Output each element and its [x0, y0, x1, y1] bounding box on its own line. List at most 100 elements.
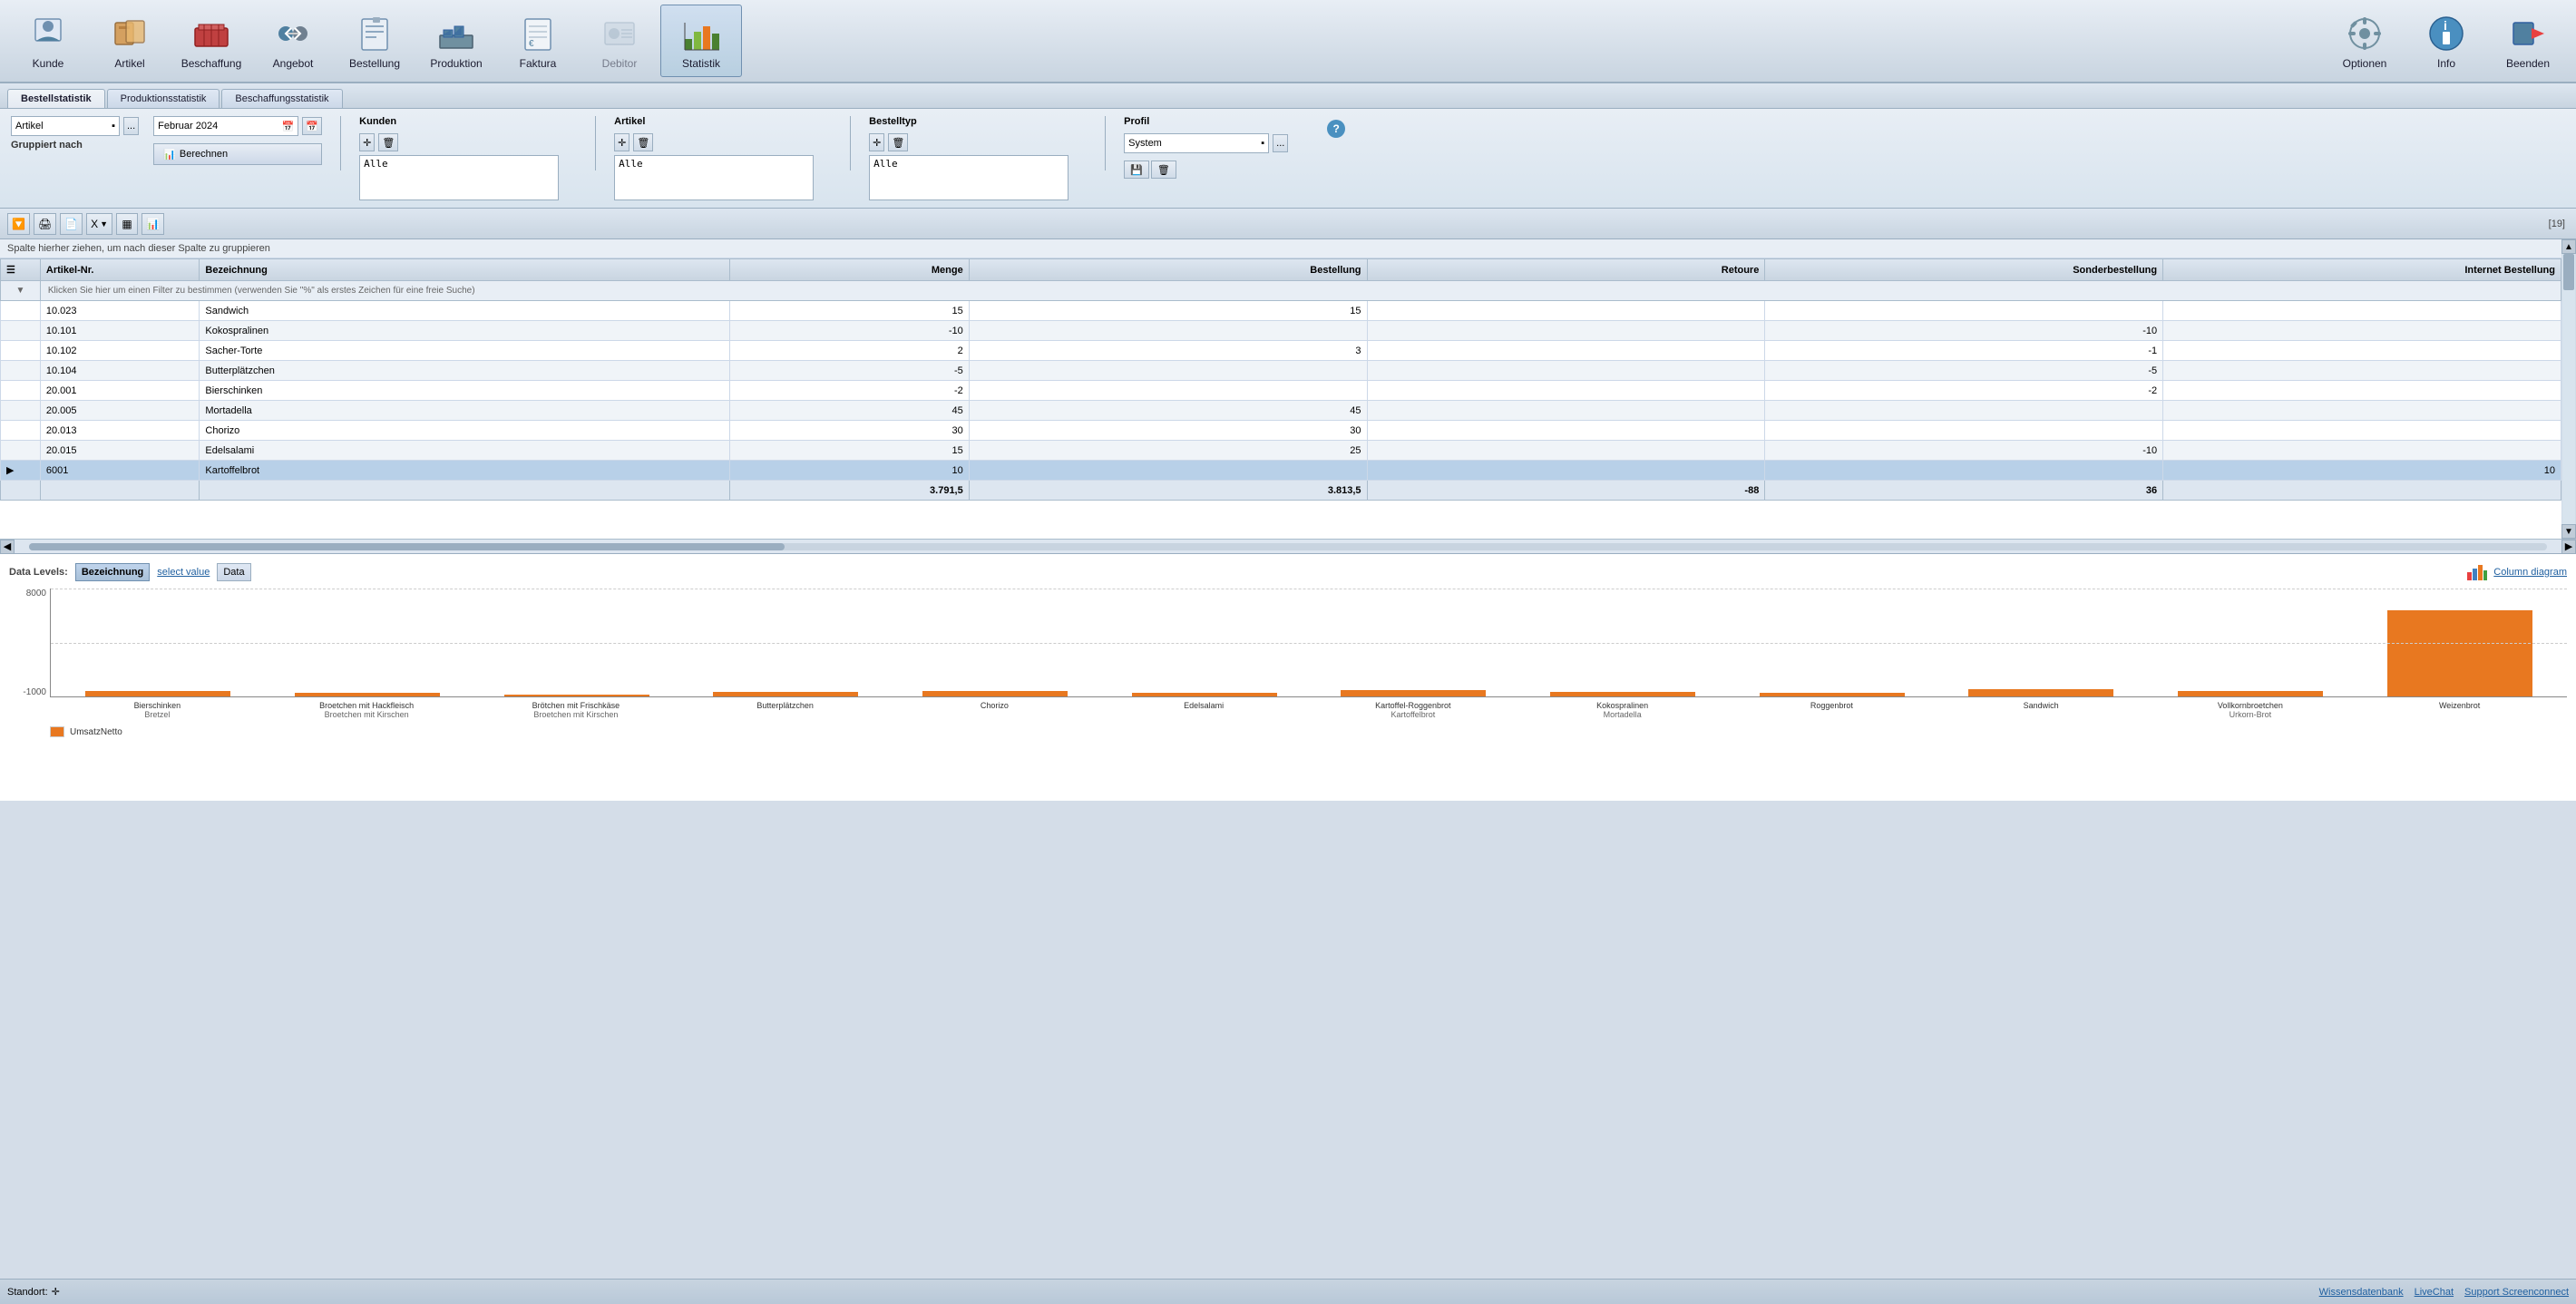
row-expand[interactable]	[1, 341, 41, 361]
vertical-scrollbar[interactable]: ▲ ▼	[2561, 239, 2576, 539]
row-expand[interactable]	[1, 381, 41, 401]
row-retoure	[1367, 341, 1765, 361]
angebot-icon	[271, 12, 315, 55]
toolbar-beenden[interactable]: Beenden	[2487, 5, 2569, 77]
table-row[interactable]: 10.102 Sacher-Torte 2 3 -1	[1, 341, 2561, 361]
table-row[interactable]: 10.101 Kokospralinen -10 -10	[1, 321, 2561, 341]
profil-input[interactable]: System ▪	[1124, 133, 1269, 153]
tab-bestellstatistik[interactable]: Bestellstatistik	[7, 89, 105, 108]
kunden-add-btn[interactable]: ✛	[359, 133, 375, 151]
table-row[interactable]: 20.005 Mortadella 45 45	[1, 401, 2561, 421]
status-link-wissensdatenbank[interactable]: Wissensdatenbank	[2319, 1287, 2404, 1298]
table-row[interactable]: 20.001 Bierschinken -2 -2	[1, 381, 2561, 401]
berechnen-button[interactable]: 📊 Berechnen	[153, 143, 322, 165]
toolbar-faktura[interactable]: € Faktura	[497, 5, 579, 77]
row-menge: 30	[730, 421, 969, 441]
artikel-del-btn[interactable]: 🗑	[633, 133, 653, 151]
kunden-del-btn[interactable]: 🗑	[378, 133, 398, 151]
hscroll-right[interactable]: ▶	[2561, 540, 2576, 554]
hscroll-left[interactable]: ◀	[0, 540, 15, 554]
excel-btn[interactable]: X ▼	[86, 213, 112, 235]
chart-btn-tb2[interactable]: 📊	[141, 213, 164, 235]
row-bestellung: 30	[969, 421, 1367, 441]
toolbar-angebot[interactable]: Angebot	[252, 5, 334, 77]
artikel-textarea[interactable]	[614, 155, 814, 200]
grid-toggle-btn[interactable]: ▦	[116, 213, 138, 235]
row-bestellung	[969, 321, 1367, 341]
row-expand[interactable]	[1, 321, 41, 341]
row-internet	[2163, 421, 2561, 441]
chart-type-icon[interactable]	[2466, 563, 2488, 581]
chart-link-select-value[interactable]: select value	[157, 567, 210, 578]
table-row[interactable]: 20.013 Chorizo 30 30	[1, 421, 2561, 441]
toolbar-kunde[interactable]: Kunde	[7, 5, 89, 77]
tab-produktionsstatistik[interactable]: Produktionsstatistik	[107, 89, 220, 108]
chart-column-diagram-link[interactable]: Column diagram	[2493, 567, 2567, 578]
toolbar-statistik[interactable]: Statistik	[660, 5, 742, 77]
row-expand[interactable]	[1, 441, 41, 461]
chart-btn-data[interactable]: Data	[217, 563, 250, 581]
print-btn[interactable]: 🖨	[34, 213, 56, 235]
row-expand[interactable]	[1, 421, 41, 441]
kunden-textarea[interactable]	[359, 155, 559, 200]
hscroll-thumb[interactable]	[29, 543, 785, 550]
bestelltyp-textarea[interactable]	[869, 155, 1068, 200]
help-icon[interactable]: ?	[1327, 120, 1345, 138]
row-expand[interactable]	[1, 401, 41, 421]
filter-btn[interactable]: 🔽	[7, 213, 30, 235]
profil-del-btn[interactable]: 🗑	[1151, 161, 1176, 179]
main-toolbar: Kunde Artikel Beschaffung	[0, 0, 2576, 83]
row-expand[interactable]: ▶	[1, 461, 41, 481]
table-row[interactable]: 10.104 Butterplätzchen -5 -5	[1, 361, 2561, 381]
standort-icon[interactable]: ✛	[52, 1286, 60, 1298]
table-row[interactable]: 20.015 Edelsalami 15 25 -10	[1, 441, 2561, 461]
row-sonder	[1765, 461, 2163, 481]
legend-color	[50, 726, 64, 737]
toolbar-produktion[interactable]: Produktion	[415, 5, 497, 77]
vscroll-down[interactable]: ▼	[2561, 524, 2576, 539]
status-link-screenconnect[interactable]: Support Screenconnect	[2464, 1287, 2569, 1298]
row-artikel-nr: 10.104	[40, 361, 200, 381]
filter-gruppiert-browse[interactable]: ...	[123, 117, 139, 135]
filter-row-hint[interactable]: Klicken Sie hier um einen Filter zu best…	[40, 281, 2561, 301]
row-menge: 15	[730, 441, 969, 461]
filter-date-input[interactable]: Februar 2024 📅	[153, 116, 298, 136]
row-internet	[2163, 381, 2561, 401]
bestelltyp-add-btn[interactable]: ✛	[869, 133, 884, 151]
vscroll-thumb[interactable]	[2563, 254, 2574, 290]
profil-browse-btn[interactable]: ...	[1273, 134, 1288, 152]
row-artikel-nr: 10.102	[40, 341, 200, 361]
toolbar-optionen[interactable]: Optionen	[2324, 5, 2405, 77]
filter-gruppiert-input[interactable]: Artikel ▪	[11, 116, 120, 136]
row-retoure	[1367, 321, 1765, 341]
toolbar-info[interactable]: i Info	[2405, 5, 2487, 77]
row-retoure	[1367, 421, 1765, 441]
profil-save-btn[interactable]: 💾	[1124, 161, 1149, 179]
table-row[interactable]: ▶ 6001 Kartoffelbrot 10 10	[1, 461, 2561, 481]
artikel-add-btn[interactable]: ✛	[614, 133, 629, 151]
row-expand[interactable]	[1, 361, 41, 381]
table-row[interactable]: 10.023 Sandwich 15 15	[1, 301, 2561, 321]
bestelltyp-del-btn[interactable]: 🗑	[888, 133, 908, 151]
col-retoure: Retoure	[1367, 259, 1765, 281]
row-retoure	[1367, 361, 1765, 381]
status-link-livechat[interactable]: LiveChat	[2415, 1287, 2454, 1298]
row-internet	[2163, 301, 2561, 321]
row-artikel-nr: 6001	[40, 461, 200, 481]
filter-date-cal[interactable]: 📅	[302, 117, 322, 135]
toolbar-artikel[interactable]: Artikel	[89, 5, 171, 77]
standort-label: Standort:	[7, 1287, 48, 1298]
export-btn[interactable]: 📄	[60, 213, 83, 235]
toolbar-bestellung[interactable]: Bestellung	[334, 5, 415, 77]
tab-beschaffungsstatistik[interactable]: Beschaffungsstatistik	[221, 89, 342, 108]
row-menge: 15	[730, 301, 969, 321]
chart-btn-bezeichnung[interactable]: Bezeichnung	[75, 563, 150, 581]
col-icon: ☰	[1, 259, 41, 281]
toolbar-beschaffung[interactable]: Beschaffung	[171, 5, 252, 77]
filter-kunden-group: Kunden ✛ 🗑	[359, 116, 577, 200]
row-expand[interactable]	[1, 301, 41, 321]
horizontal-scrollbar[interactable]: ◀ ▶	[0, 539, 2576, 553]
vscroll-up[interactable]: ▲	[2561, 239, 2576, 254]
row-retoure	[1367, 461, 1765, 481]
y-axis-bottom: -1000	[9, 687, 46, 697]
